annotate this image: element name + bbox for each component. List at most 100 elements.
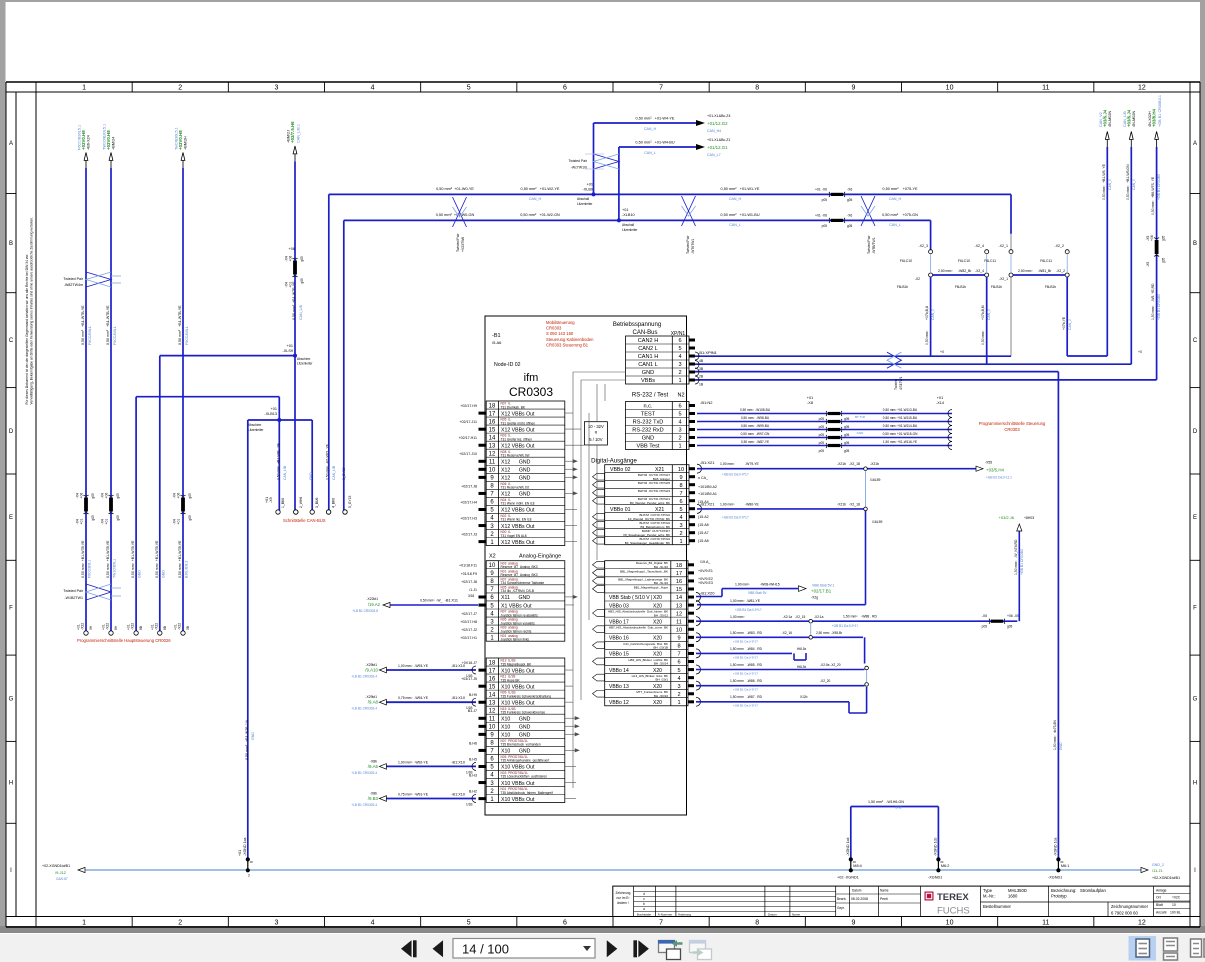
- svg-text:CAN_0: CAN_0: [931, 309, 935, 320]
- svg-text:14: 14: [676, 595, 682, 601]
- svg-text:+01: +01: [271, 407, 277, 411]
- svg-text:7: 7: [679, 491, 682, 497]
- svg-text:+LB B1 CR0303.4: +LB B1 CR0303.4: [351, 803, 377, 807]
- svg-text:X10 GND: X10 GND: [501, 725, 531, 731]
- svg-text:/16L59: /16L59: [872, 520, 882, 524]
- svg-text:+02-XGND1b#B1: +02-XGND1b#B1: [1152, 876, 1180, 880]
- svg-text:-X14: -X14: [936, 401, 944, 405]
- svg-text:B.H9: B.H9: [469, 693, 477, 697]
- svg-text:14 / 100: 14 / 100: [462, 942, 509, 957]
- svg-text:CAN_L/B: CAN_L/B: [283, 465, 287, 480]
- svg-text:B.H2: B.H2: [469, 789, 477, 793]
- svg-text:G: G: [1193, 696, 1198, 702]
- svg-text:X12 GND: X12 GND: [501, 476, 531, 482]
- svg-text:0,50 mm² +01-W115-GN: 0,50 mm² +01-W115-GN: [883, 432, 918, 436]
- svg-text:-X8b: -X8b: [370, 759, 377, 763]
- svg-text:X10 VBBs Out: X10 VBBs Out: [501, 668, 535, 674]
- svg-text:-XLB13: -XLB13: [264, 412, 277, 416]
- svg-text:/19.A2: /19.A2: [368, 602, 381, 607]
- svg-text:3_BU6: 3_BU6: [315, 498, 319, 508]
- svg-text:4: 4: [678, 420, 681, 426]
- svg-text:X12b: X12b: [800, 695, 808, 699]
- svg-text:-X22kt1: -X22kt1: [366, 597, 378, 601]
- svg-text:TEREX: TEREX: [937, 892, 969, 903]
- svg-text:CAN_L: CAN_L: [729, 223, 741, 227]
- svg-text:E: E: [9, 515, 13, 521]
- svg-text:-X9: -X9: [269, 497, 273, 503]
- svg-text:4N-M02N: 4N-M02N: [1108, 110, 1112, 127]
- svg-text:F6CC/B9L1: F6CC/B9L1: [88, 326, 92, 345]
- svg-text:BT TxD: BT TxD: [855, 415, 866, 419]
- svg-text:-W1B2TW1: -W1B2TW1: [64, 596, 83, 600]
- svg-text:18: 18: [489, 660, 496, 666]
- svg-text:+01: +01: [238, 850, 242, 856]
- svg-text:H: H: [9, 780, 13, 786]
- svg-text:11: 11: [1042, 85, 1049, 92]
- svg-text:2,50 mm² -X98-Br: 2,50 mm² -X98-Br: [816, 631, 843, 635]
- svg-text:1/1B: 1/1B: [466, 803, 473, 807]
- svg-text:+01: +01: [80, 519, 84, 525]
- svg-text:+02/17.H3: +02/17.H3: [460, 516, 477, 520]
- svg-text:p05: p05: [822, 198, 828, 202]
- svg-text:+02/17.J2: +02/17.J2: [461, 628, 477, 632]
- svg-text:+02/17.B1: +02/17.B1: [811, 589, 832, 594]
- svg-text:CR0303 Steuerung B1: CR0303 Steuerung B1: [546, 342, 589, 347]
- svg-text:+02-XGND1b#B1: +02-XGND1b#B1: [42, 864, 70, 868]
- svg-text:5: 5: [467, 920, 471, 927]
- svg-text:g05: g05: [300, 278, 304, 284]
- svg-text:0,50 mm²: 0,50 mm²: [925, 330, 929, 345]
- svg-text:TEST: TEST: [641, 412, 656, 418]
- svg-text:17: 17: [489, 668, 496, 674]
- svg-text:X20: X20: [653, 668, 662, 674]
- svg-text:10: 10: [1172, 903, 1176, 907]
- svg-text:/1.J1: /1.J1: [469, 588, 477, 592]
- svg-text:11: 11: [489, 460, 496, 466]
- svg-text:Datum: Datum: [768, 912, 777, 916]
- svg-text:+02/17.J3: +02/17.J3: [461, 532, 477, 536]
- svg-text:0,50 mm² -W108-BU: 0,50 mm² -W108-BU: [740, 408, 771, 412]
- svg-text:CAN_L7: CAN_L7: [707, 153, 721, 157]
- svg-text:p05: p05: [822, 224, 828, 228]
- svg-text:+101/B9.A2: +101/B9.A2: [698, 485, 717, 489]
- svg-text:0,50 mm² +B6-W7S. YE: 0,50 mm² +B6-W7S. YE: [1151, 176, 1155, 215]
- svg-text:F6LB1b: F6LB1b: [1045, 285, 1056, 289]
- svg-text:/9.J12: /9.J12: [55, 870, 67, 875]
- svg-text:HB7_HIS_Abstützdruckrelle Dub: HB7_HIS_Abstützdruckrelle Dub_vorne BK: [609, 626, 668, 630]
- svg-text:1: 1: [82, 920, 86, 927]
- svg-text:g05: g05: [844, 441, 850, 445]
- svg-text:+02/17.H8: +02/17.H8: [460, 620, 477, 624]
- svg-text:Abschirm: Abschirm: [297, 357, 311, 361]
- svg-text:+GB B1 Da:0-9*1?: +GB B1 Da:0-9*1?: [832, 624, 859, 628]
- svg-text:1,00 mm²: 1,00 mm²: [730, 615, 745, 619]
- svg-text:0,50 mm² +B1-W1B,J,N: 0,50 mm² +B1-W1B,J,N: [245, 720, 249, 760]
- svg-text:X1 VBBs Out: X1 VBBs Out: [501, 603, 532, 609]
- svg-text:/9.A5: /9.A5: [368, 764, 379, 769]
- svg-text:H6L5x: H6L5x: [797, 647, 807, 651]
- svg-text:+06: +06: [105, 493, 109, 499]
- svg-text:+01 -X6: +01 -X6: [815, 213, 827, 217]
- svg-text:X20: X20: [653, 700, 662, 706]
- svg-text:1: 1: [679, 539, 682, 545]
- svg-text:0,50 mm² +B1-W7B,YE: 0,50 mm² +B1-W7B,YE: [81, 540, 85, 578]
- svg-text:+01/18.F11: +01/18.F11: [459, 564, 477, 568]
- svg-text:VBBo 16: VBBo 16: [609, 636, 629, 642]
- svg-text:X12 GND: X12 GND: [501, 468, 531, 474]
- svg-text:BH /20/1B: BH /20/1B: [653, 646, 668, 650]
- svg-text:10: 10: [946, 85, 954, 92]
- svg-text:0,50 mm² +01-W113-BU: 0,50 mm² +01-W113-BU: [883, 408, 918, 412]
- svg-text:1,50 mm² -W87 . RD: 1,50 mm² -W87 . RD: [730, 695, 763, 699]
- svg-text:+02/17.H1: +02/17.H1: [460, 636, 477, 640]
- svg-text:-X4: -X4: [101, 519, 105, 524]
- svg-text:+GB B1 CR30B3: +GB B1 CR30B3: [1157, 294, 1161, 320]
- svg-text:X20: X20: [653, 603, 662, 609]
- svg-text:BH /20/10: BH /20/10: [654, 694, 669, 698]
- svg-text:Prototyp: Prototyp: [1051, 894, 1067, 899]
- svg-text:0,50 mm² +01-W4-YE: 0,50 mm² +01-W4-YE: [636, 117, 675, 121]
- svg-text:+03/7.5.H6: +03/7.5.H6: [290, 121, 295, 143]
- svg-text:0,75 mm² -W91-YE: 0,75 mm² -W91-YE: [398, 793, 429, 797]
- svg-text:0,50 mm² +B1-W3L. YE: 0,50 mm² +B1-W3L. YE: [276, 442, 280, 480]
- svg-text:Name: Name: [792, 912, 800, 916]
- svg-text:0,50 mm² -W98-BU: 0,50 mm² -W98-BU: [741, 416, 770, 420]
- svg-text:T35 Abstützdruck_fahren_Ballen: T35 Abstützdruck_fahren_Ballengreif: [501, 791, 553, 795]
- svg-text:+01: +01: [287, 344, 293, 348]
